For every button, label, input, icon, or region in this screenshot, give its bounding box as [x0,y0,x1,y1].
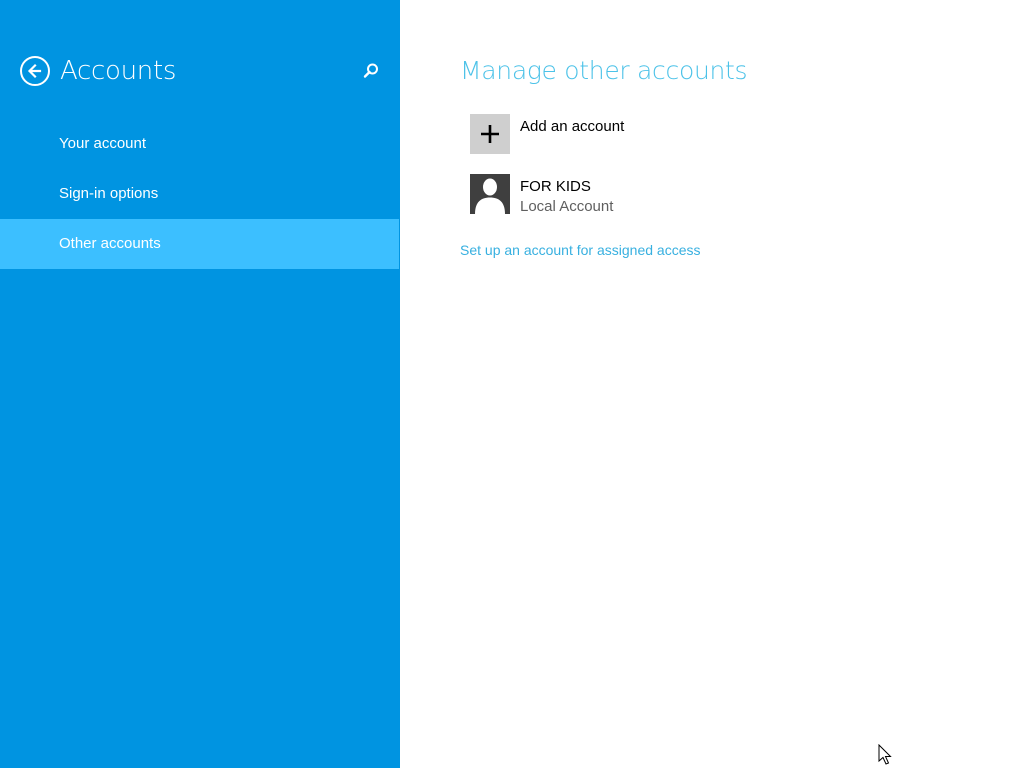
back-arrow-icon [27,63,42,79]
pc-settings-screen: Accounts Your account Sign-in options Ot… [0,0,1024,768]
search-icon [363,63,378,78]
account-item-for-kids[interactable]: FOR KIDS Local Account [470,174,770,216]
user-avatar-tile [470,174,510,214]
sidebar-item-other-accounts[interactable]: Other accounts [0,219,399,269]
sidebar-item-your-account[interactable]: Your account [0,119,399,169]
account-type: Local Account [520,198,614,215]
sidebar-title: Accounts [60,56,177,86]
sidebar-item-label: Other accounts [59,235,161,252]
sidebar-item-sign-in-options[interactable]: Sign-in options [0,169,399,219]
sidebar: Accounts Your account Sign-in options Ot… [0,0,400,768]
back-button[interactable] [20,56,50,86]
plus-icon [481,125,499,143]
sidebar-item-label: Sign-in options [59,185,159,202]
page-title: Manage other accounts [460,56,748,85]
main-content: Manage other accounts Add an account FOR… [400,0,1024,768]
add-account-label: Add an account [520,118,625,135]
account-name: FOR KIDS [520,178,591,195]
search-button[interactable] [362,62,380,80]
add-account-tile [470,114,510,154]
mouse-cursor-icon [878,744,892,765]
user-avatar-icon [475,178,505,214]
sidebar-item-label: Your account [59,135,147,152]
add-account-button[interactable]: Add an account [470,114,770,156]
assigned-access-link[interactable]: Set up an account for assigned access [460,240,700,260]
